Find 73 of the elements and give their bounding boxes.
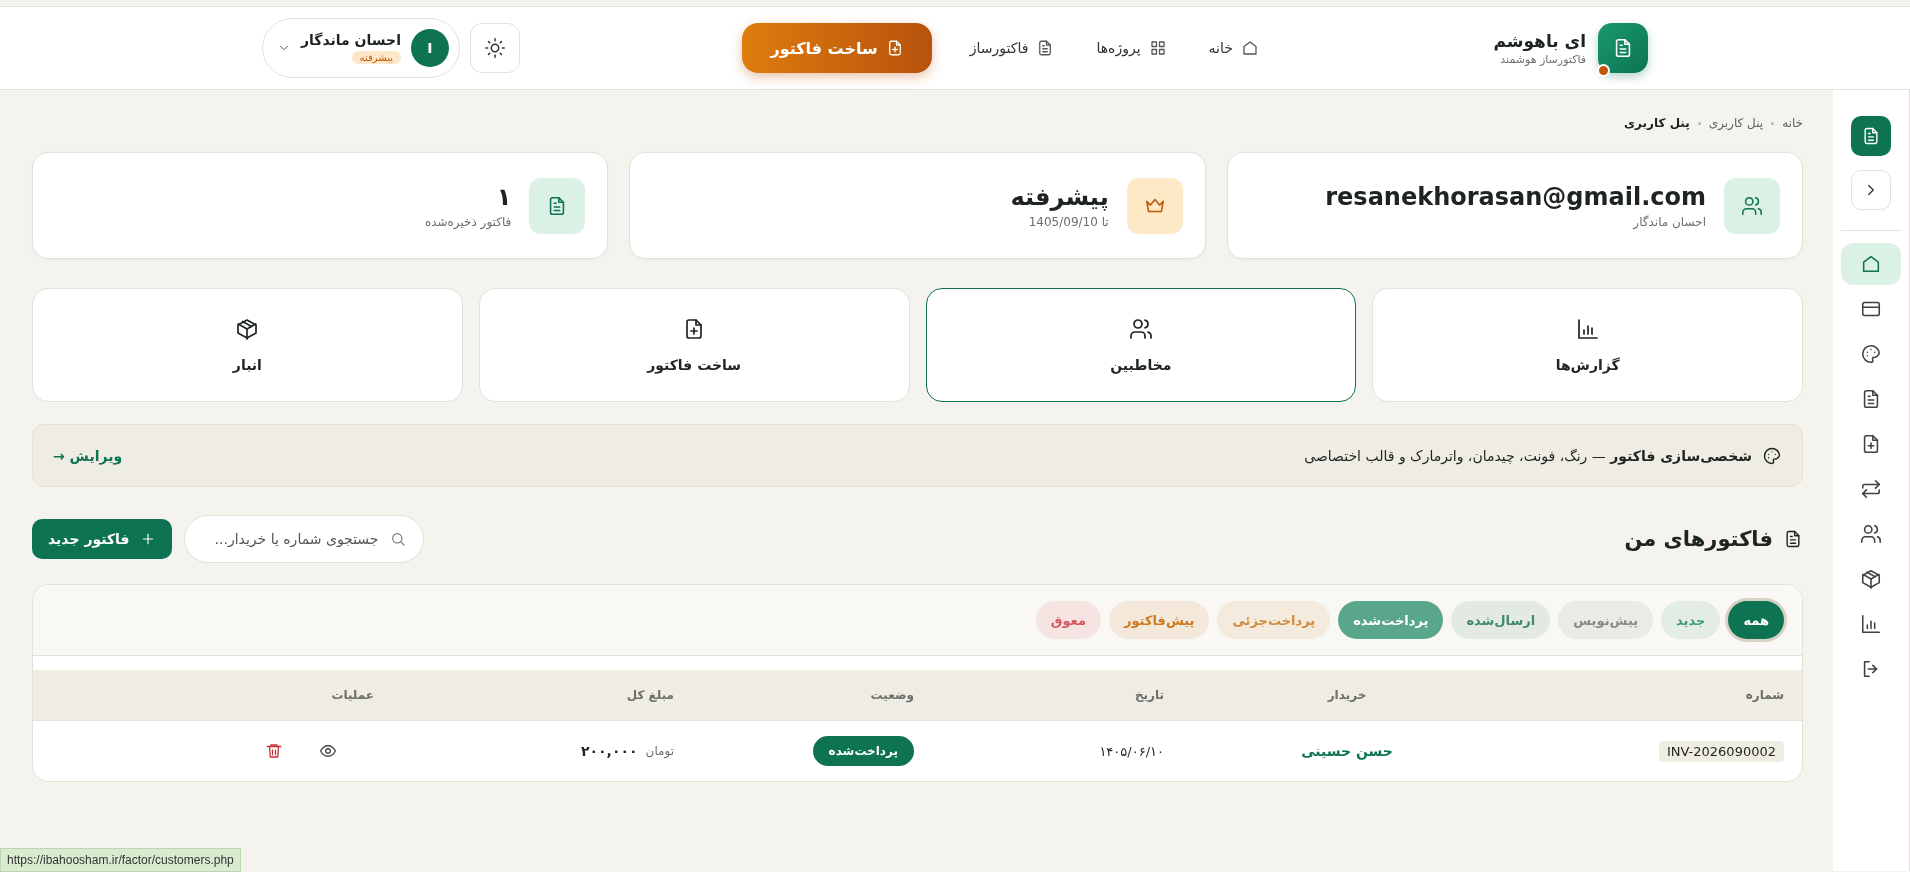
shortcut-card[interactable]: مخاطبین [925,288,1357,402]
column-header: وضعیت [869,688,915,702]
user-name: احسان ماندگار [301,32,401,48]
bar-chart-icon [1575,317,1600,341]
new-invoice-button[interactable]: فاکتور جدید [32,519,172,559]
nav-link[interactable]: خانه [1196,31,1271,65]
palette-icon [1762,445,1782,466]
logo-icon[interactable] [1851,116,1891,156]
home-icon [1240,39,1259,57]
users-icon [1860,523,1882,545]
status-url: https://ibahoosham.ir/factor/customers.php [0,848,241,872]
eye-icon [319,742,337,760]
box-icon [235,317,260,341]
plan-badge: پیشرفته [351,51,401,64]
breadcrumb-link[interactable]: خانه [1782,116,1803,130]
banner-text: شخصی‌سازی فاکتور — رنگ، فونت، چیدمان، واترمارک و قالب اختصاصی [1303,447,1752,464]
create-invoice-button[interactable]: ساخت فاکتور [742,23,932,73]
nav-link[interactable]: پروژه‌ها [1084,31,1179,65]
delete-button[interactable] [265,742,283,760]
nav-link[interactable]: فاکتورساز [957,31,1067,65]
trash-icon [265,742,283,760]
search-field[interactable]: جستجوی شماره یا خریدار... [183,515,424,563]
section-title: فاکتورهای من [1624,527,1773,551]
brand-title: ای باهوشم [1493,30,1586,51]
home-icon [1860,253,1882,275]
palette-icon [1860,343,1882,365]
breadcrumb-link[interactable]: پنل کاربری [1708,116,1764,130]
theme-toggle-button[interactable] [469,23,520,73]
filter-chip[interactable]: ارسال‌شده [1451,601,1551,639]
column-header: تاریخ [1133,688,1165,702]
breadcrumb-link[interactable]: پنل کاربری [1624,116,1690,130]
box-icon [1860,568,1882,590]
column-header: خریدار [1326,688,1368,702]
stat-value: ۱ [495,182,512,211]
stat-caption: احسان ماندگار [1631,214,1706,229]
stat-caption: فاکتور ذخیره‌شده [424,214,512,229]
shortcut-label: انبار [232,357,262,373]
stat-value: پیشرفته [1010,182,1109,211]
invoice-number: INV-2026090002 [1658,740,1784,762]
status-badge: پرداخت‌شده [812,736,914,766]
column-header: مبلغ کل [625,688,675,702]
shortcut-card[interactable]: انبار [32,288,463,402]
sun-icon [483,37,506,59]
shortcut-label: مخاطبین [1110,357,1172,373]
currency-label: تومان [645,744,674,758]
buyer-name: حسن حسینی [1301,743,1393,759]
stat-value: resanekhorasan@gmail.com [1325,182,1706,211]
breadcrumb-separator [1697,121,1701,125]
sidebar-item[interactable] [1841,243,1901,285]
filter-chip[interactable]: همه [1728,601,1784,639]
column-header: شماره [1744,688,1785,702]
users-icon [1741,194,1763,217]
table-cell: ۱۴۰۵/۰۶/۱۰ [1099,743,1164,759]
amount: ۲۰۰,۰۰۰ [580,743,638,759]
logo-icon[interactable] [1598,23,1648,73]
shortcut-card[interactable]: ساخت فاکتور [478,288,910,402]
users-icon [1128,317,1153,341]
bar-chart-icon [1860,613,1882,635]
grid-icon [1148,39,1167,57]
breadcrumb-separator [1771,121,1775,125]
brand-subtitle: فاکتورساز هوشمند [1499,52,1586,66]
status-dot [1597,64,1610,77]
column-header: عملیات [330,688,375,702]
swap-arrows-icon [1860,478,1882,500]
view-button[interactable] [319,742,337,760]
stat-caption: تا 1405/09/10 [1027,214,1109,229]
document-icon [1783,529,1803,549]
shortcut-card[interactable]: گزارش‌ها [1372,288,1803,402]
shortcut-label: ساخت فاکتور [647,357,742,373]
shortcut-label: گزارش‌ها [1555,357,1620,373]
search-icon [389,531,406,547]
avatar: I [410,29,449,67]
edit-link[interactable]: ویرایش → [53,447,123,464]
